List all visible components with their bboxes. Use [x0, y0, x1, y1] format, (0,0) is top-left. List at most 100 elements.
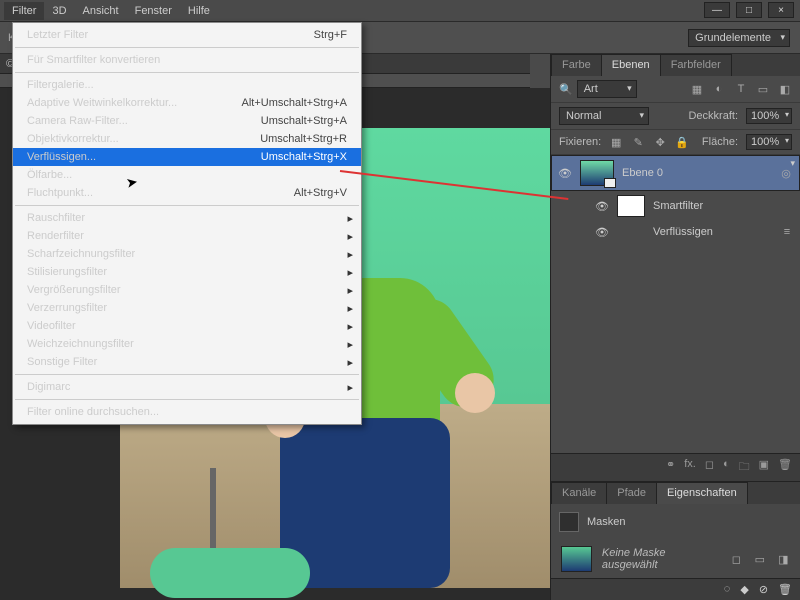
- layers-panel: 🔍 Art ▦ ◐ T ▭ ◧ Normal Deckkraft: 100% F…: [551, 76, 800, 481]
- layers-footer: ⚭ fx. ◻ ◐ 🗀 ▣ 🗑: [551, 453, 800, 481]
- menu-item-scharfzeichnungsfilter[interactable]: Scharfzeichnungsfilter: [13, 245, 361, 263]
- masks-label: Masken: [587, 516, 626, 528]
- filter-mask-thumb[interactable]: [617, 195, 645, 217]
- layers-list: 👁 Ebene 0 ◎ 👁 Smartfilter 👁 Verflüssigen…: [551, 155, 800, 453]
- menu-item-verzerrungsfilter[interactable]: Verzerrungsfilter: [13, 299, 361, 317]
- menu-item-renderfilter[interactable]: Renderfilter: [13, 227, 361, 245]
- menu-item-digimarc[interactable]: Digimarc: [13, 378, 361, 396]
- visibility-icon[interactable]: 👁: [595, 200, 609, 213]
- menu-3d[interactable]: 3D: [44, 2, 74, 20]
- blend-mode-select[interactable]: Normal: [559, 107, 649, 125]
- new-layer-icon[interactable]: ▣: [759, 458, 769, 477]
- menu-shortcut: Umschalt+Strg+R: [260, 133, 347, 145]
- layer-thumbnail[interactable]: [580, 160, 614, 186]
- group-icon[interactable]: 🗀: [739, 458, 750, 477]
- menu-item-fluchtpunkt: Fluchtpunkt... Alt+Strg+V: [13, 184, 361, 202]
- menu-item-filter-online-durchsuchen[interactable]: Filter online durchsuchen...: [13, 403, 361, 421]
- menu-item-label: Sonstige Filter: [27, 356, 97, 368]
- edit-filter-icon[interactable]: ≡: [780, 225, 794, 239]
- smart-object-icon: ◎: [779, 166, 793, 180]
- tab-pfade[interactable]: Pfade: [606, 482, 657, 504]
- smartfilter-name: Verflüssigen: [653, 226, 713, 238]
- menu-item-f-r-smartfilter-konvertieren: Für Smartfilter konvertieren: [13, 51, 361, 69]
- filter-menu: Letzter FilterStrg+FFür Smartfilter konv…: [12, 22, 362, 425]
- menu-item-rauschfilter[interactable]: Rauschfilter: [13, 209, 361, 227]
- lock-pixels-icon[interactable]: ✎: [631, 135, 645, 149]
- menu-item-label: Filter online durchsuchen...: [27, 406, 159, 418]
- menubar: Filter3DAnsichtFensterHilfe — □ ×: [0, 0, 800, 22]
- menu-item-adaptive-weitwinkelkorrektur[interactable]: Adaptive Weitwinkelkorrektur...Alt+Umsch…: [13, 94, 361, 112]
- preset-select[interactable]: Grundelemente: [688, 29, 790, 47]
- menu-fenster[interactable]: Fenster: [127, 2, 180, 20]
- lock-transparent-icon[interactable]: ▦: [609, 135, 623, 149]
- disable-mask-icon[interactable]: ⊘: [759, 583, 768, 596]
- menu-item-weichzeichnungsfilter[interactable]: Weichzeichnungsfilter: [13, 335, 361, 353]
- visibility-icon[interactable]: 👁: [595, 226, 609, 239]
- menu-ansicht[interactable]: Ansicht: [75, 2, 127, 20]
- menu-item-vergr-erungsfilter[interactable]: Vergrößerungsfilter: [13, 281, 361, 299]
- menu-item-filtergalerie[interactable]: Filtergalerie...: [13, 76, 361, 94]
- tab-farbfelder[interactable]: Farbfelder: [660, 54, 732, 76]
- maximize-button[interactable]: □: [736, 2, 762, 18]
- menu-item-sonstige-filter[interactable]: Sonstige Filter: [13, 353, 361, 371]
- mask-mode-icon[interactable]: [559, 512, 579, 532]
- minimize-button[interactable]: —: [704, 2, 730, 18]
- menu-shortcut: Alt+Strg+V: [294, 187, 347, 199]
- density-icon[interactable]: ◨: [777, 552, 790, 566]
- opacity-value[interactable]: 100%: [746, 108, 792, 124]
- menu-item-label: Vergrößerungsfilter: [27, 284, 121, 296]
- close-button[interactable]: ×: [768, 2, 794, 18]
- vector-mask-icon[interactable]: ▭: [753, 552, 766, 566]
- menu-item-label: Renderfilter: [27, 230, 84, 242]
- menu-filter[interactable]: Filter: [4, 2, 44, 20]
- menu-item-label: Weichzeichnungsfilter: [27, 338, 134, 350]
- fill-value[interactable]: 100%: [746, 134, 792, 150]
- visibility-icon[interactable]: 👁: [558, 167, 572, 180]
- menu-item-label: Filtergalerie...: [27, 79, 94, 91]
- tab-ebenen[interactable]: Ebenen: [601, 54, 661, 76]
- smartfilter-entry[interactable]: 👁 Verflüssigen ≡: [551, 221, 800, 243]
- filter-adjust-icon[interactable]: ◐: [712, 82, 726, 96]
- menu-item-label: Rauschfilter: [27, 212, 85, 224]
- menu-item-verfl-ssigen[interactable]: Verflüssigen...Umschalt+Strg+X: [13, 148, 361, 166]
- delete-mask-icon[interactable]: 🗑: [778, 583, 792, 596]
- panel-tabs-top: Farbe Ebenen Farbfelder: [551, 54, 800, 76]
- opacity-label: Deckkraft:: [688, 110, 738, 122]
- layer-filter-select[interactable]: Art: [577, 80, 637, 98]
- link-layers-icon[interactable]: ⚭: [666, 458, 675, 477]
- filter-type-icon[interactable]: T: [734, 82, 748, 96]
- add-mask-icon[interactable]: ◻: [705, 458, 714, 477]
- load-selection-icon[interactable]: ◌: [724, 583, 731, 596]
- tab-farbe[interactable]: Farbe: [551, 54, 602, 76]
- menu-item-label: Ölfarbe...: [27, 169, 72, 181]
- smartfilters-label: Smartfilter: [653, 200, 703, 212]
- lock-position-icon[interactable]: ✥: [653, 135, 667, 149]
- filter-pixel-icon[interactable]: ▦: [690, 82, 704, 96]
- filter-smart-icon[interactable]: ◧: [778, 82, 792, 96]
- filter-shape-icon[interactable]: ▭: [756, 82, 770, 96]
- menu-item-objektivkorrektur[interactable]: Objektivkorrektur...Umschalt+Strg+R: [13, 130, 361, 148]
- menu-item-lfarbe[interactable]: Ölfarbe...: [13, 166, 361, 184]
- menu-item-label: Camera Raw-Filter...: [27, 115, 128, 127]
- menu-item-label: Fluchtpunkt...: [27, 187, 93, 199]
- adjustment-layer-icon[interactable]: ◐: [723, 458, 730, 477]
- menu-shortcut: Umschalt+Strg+X: [261, 151, 347, 163]
- layer-row-ebene0[interactable]: 👁 Ebene 0 ◎: [551, 155, 800, 191]
- tab-kanaele[interactable]: Kanäle: [551, 482, 607, 504]
- apply-mask-icon[interactable]: ◆: [740, 583, 748, 596]
- menu-item-videofilter[interactable]: Videofilter: [13, 317, 361, 335]
- delete-layer-icon[interactable]: 🗑: [778, 458, 792, 477]
- smartfilters-header[interactable]: 👁 Smartfilter: [551, 191, 800, 221]
- menu-hilfe[interactable]: Hilfe: [180, 2, 218, 20]
- lock-all-icon[interactable]: 🔒: [675, 135, 689, 149]
- search-icon: 🔍: [559, 83, 573, 96]
- menu-item-camera-raw-filter[interactable]: Camera Raw-Filter...Umschalt+Strg+A: [13, 112, 361, 130]
- lock-label: Fixieren:: [559, 136, 601, 148]
- tab-eigenschaften[interactable]: Eigenschaften: [656, 482, 748, 504]
- cursor-icon: ➤: [125, 173, 140, 192]
- fx-icon[interactable]: fx.: [684, 458, 696, 477]
- menu-item-label: Für Smartfilter konvertieren: [27, 54, 160, 66]
- menu-item-stilisierungsfilter[interactable]: Stilisierungsfilter: [13, 263, 361, 281]
- menu-item-label: Scharfzeichnungsfilter: [27, 248, 135, 260]
- pixel-mask-icon[interactable]: ◻: [730, 552, 743, 566]
